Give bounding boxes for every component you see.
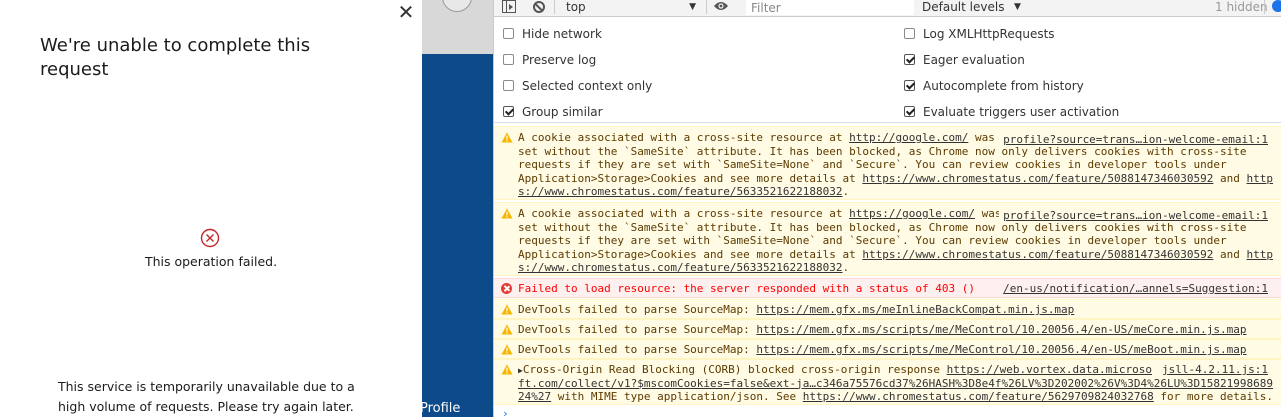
autocomplete-checkbox[interactable] (904, 80, 915, 91)
sourcemap-link[interactable]: https://mem.gfx.ms/scripts/me/MeControl/… (756, 343, 1246, 356)
profile-link[interactable]: Profile (422, 401, 460, 416)
selected-context-checkbox[interactable] (503, 80, 514, 91)
dropdown-arrow-icon: ▼ (689, 2, 696, 12)
console-toolbar: top ▼ Default levels ▼ 1 hidden (494, 0, 1281, 17)
warning-icon (501, 304, 513, 315)
gear-icon[interactable] (1272, 0, 1281, 12)
message-link[interactable]: 24%27 (518, 390, 551, 403)
warning-icon (501, 208, 513, 219)
message-link[interactable]: http://google.com/ (849, 131, 968, 144)
message-source-link[interactable]: /en-us/notification/…annels=Suggestion:1 (999, 282, 1268, 296)
unavailable-message: This service is temporarily unavailable … (58, 379, 355, 414)
autocomplete-option[interactable]: Autocomplete from history (904, 78, 1084, 94)
console-warning: A cookie associated with a cross-site re… (494, 202, 1281, 276)
message-link[interactable]: http (1247, 172, 1274, 185)
console-error: Failed to load resource: the server resp… (494, 278, 1281, 298)
sidebar-toggle-icon[interactable] (502, 0, 516, 13)
hide-network-checkbox[interactable] (503, 28, 514, 39)
message-link[interactable]: https://google.com/ (849, 207, 975, 220)
preserve-log-checkbox[interactable] (503, 54, 514, 65)
message-source-link[interactable]: jsll-4.2.11.js:1 (1158, 363, 1268, 377)
console-prompt[interactable]: › (502, 407, 509, 417)
console-settings: Hide network Preserve log Selected conte… (494, 17, 1281, 123)
console-warning: ▶Cross-Origin Read Blocking (CORB) block… (494, 359, 1281, 405)
log-xhr-checkbox[interactable] (904, 28, 915, 39)
dropdown-arrow-icon: ▼ (1014, 2, 1021, 12)
background-page: Profile (422, 0, 493, 417)
warning-icon (501, 132, 513, 143)
message-source-link[interactable]: profile?source=trans…ion-welcome-email:1 (999, 133, 1268, 147)
message-link[interactable]: http (1247, 248, 1274, 261)
operation-failed-text: This operation failed. (144, 254, 278, 269)
log-levels-value: Default levels (922, 0, 1005, 14)
message-link[interactable]: https://www.chromestatus.com/feature/562… (803, 390, 1154, 403)
message-link[interactable]: s://www.chromestatus.com/feature/5633521… (518, 261, 843, 274)
context-select-value: top (566, 0, 586, 14)
error-dialog: ✕ We're unable to complete this request … (0, 0, 422, 417)
dialog-title: We're unable to complete this request (40, 35, 311, 80)
console-warning: DevTools failed to parse SourceMap: http… (494, 339, 1281, 359)
console-warning: DevTools failed to parse SourceMap: http… (494, 319, 1281, 339)
hidden-count: 1 hidden (1215, 0, 1268, 14)
message-link[interactable]: https://web.vortex.data.microso (947, 363, 1152, 376)
message-link[interactable]: https://www.chromestatus.com/feature/508… (862, 172, 1213, 185)
page-blue-panel (422, 54, 493, 417)
devtools-console: top ▼ Default levels ▼ 1 hidden Hide net… (493, 0, 1281, 417)
filter-input[interactable] (746, 0, 914, 15)
warning-icon (501, 364, 513, 375)
error-circle-icon (200, 228, 220, 248)
hide-network-option[interactable]: Hide network (503, 26, 602, 42)
console-messages: A cookie associated with a cross-site re… (494, 124, 1281, 417)
message-link[interactable]: s://www.chromestatus.com/feature/5633521… (518, 185, 843, 198)
sourcemap-link[interactable]: https://mem.gfx.ms/meInlineBackCompat.mi… (756, 303, 1074, 316)
selected-context-option[interactable]: Selected context only (503, 78, 652, 94)
log-levels-select[interactable]: Default levels ▼ (922, 0, 1032, 16)
message-source-link[interactable]: profile?source=trans…ion-welcome-email:1 (999, 209, 1268, 223)
evaluate-triggers-checkbox[interactable] (904, 106, 915, 117)
preserve-log-option[interactable]: Preserve log (503, 52, 596, 68)
context-select[interactable]: top ▼ (566, 0, 696, 16)
close-icon[interactable]: ✕ (396, 2, 416, 22)
error-icon (501, 283, 512, 294)
message-link[interactable]: https://www.chromestatus.com/feature/508… (862, 248, 1213, 261)
eye-icon[interactable] (713, 1, 729, 11)
warning-icon (501, 344, 513, 355)
group-similar-checkbox[interactable] (503, 106, 514, 117)
console-warning: A cookie associated with a cross-site re… (494, 126, 1281, 200)
log-xhr-option[interactable]: Log XMLHttpRequests (904, 26, 1055, 42)
evaluate-triggers-option[interactable]: Evaluate triggers user activation (904, 104, 1119, 120)
eager-evaluation-checkbox[interactable] (904, 54, 915, 65)
warning-icon (501, 324, 513, 335)
toolbar-divider (706, 0, 707, 14)
clear-console-icon[interactable] (533, 1, 545, 13)
console-warning: DevTools failed to parse SourceMap: http… (494, 299, 1281, 319)
eager-evaluation-option[interactable]: Eager evaluation (904, 52, 1025, 68)
toolbar-divider (1264, 0, 1265, 14)
message-link[interactable]: ft.com/collect/v1?$mscomCookies=false&ex… (518, 377, 1273, 390)
group-similar-option[interactable]: Group similar (503, 104, 603, 120)
sourcemap-link[interactable]: https://mem.gfx.ms/scripts/me/MeControl/… (756, 323, 1246, 336)
toolbar-divider (554, 0, 555, 14)
